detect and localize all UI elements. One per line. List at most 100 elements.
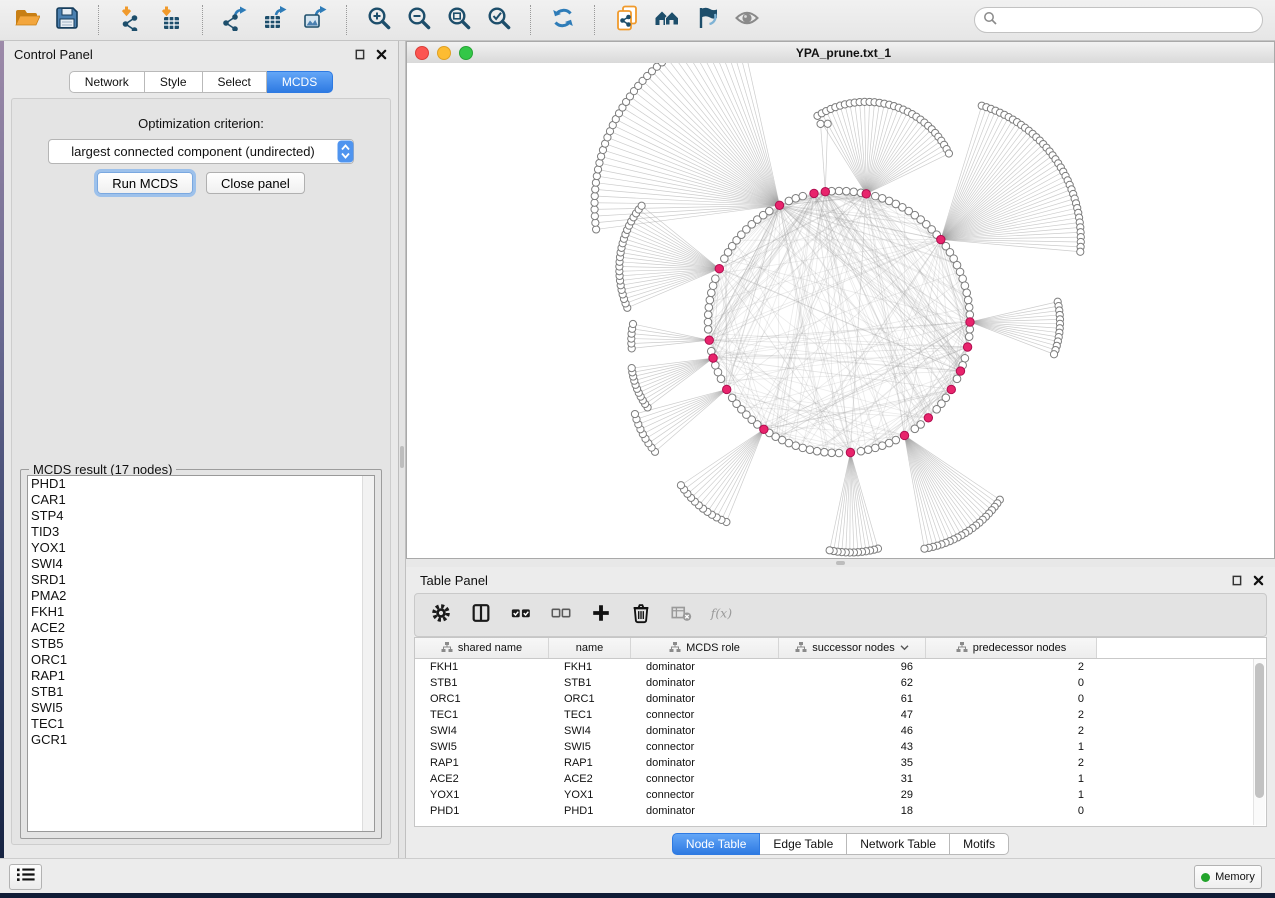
hide-selected-button[interactable] bbox=[692, 5, 722, 35]
mcds-network-node[interactable] bbox=[966, 318, 974, 326]
mcds-result-item[interactable]: SWI4 bbox=[28, 556, 374, 572]
mcds-network-node[interactable] bbox=[900, 431, 908, 439]
network-node[interactable] bbox=[961, 282, 969, 290]
network-node[interactable] bbox=[911, 425, 919, 433]
network-node[interactable] bbox=[704, 311, 712, 319]
mcds-network-node[interactable] bbox=[947, 385, 955, 393]
select-all-button[interactable] bbox=[509, 603, 533, 627]
zoom-out-button[interactable] bbox=[404, 5, 434, 35]
network-node[interactable] bbox=[677, 482, 684, 489]
network-node[interactable] bbox=[592, 219, 599, 226]
mcds-result-item[interactable]: STB1 bbox=[28, 684, 374, 700]
network-node[interactable] bbox=[843, 187, 851, 195]
tab-motifs[interactable]: Motifs bbox=[950, 833, 1009, 855]
mcds-result-item[interactable]: TID3 bbox=[28, 524, 374, 540]
import-table-button[interactable] bbox=[156, 5, 186, 35]
tab-network[interactable]: Network bbox=[69, 71, 145, 93]
network-node[interactable] bbox=[959, 275, 967, 283]
run-mcds-button[interactable]: Run MCDS bbox=[97, 172, 193, 194]
network-node[interactable] bbox=[592, 179, 599, 186]
toggle-panel-button[interactable] bbox=[469, 603, 493, 627]
zoom-selected-button[interactable] bbox=[484, 5, 514, 35]
close-panel-button[interactable]: Close panel bbox=[206, 172, 305, 194]
network-node[interactable] bbox=[963, 289, 971, 297]
open-folder-button[interactable] bbox=[12, 5, 42, 35]
mcds-result-item[interactable]: ORC1 bbox=[28, 652, 374, 668]
network-node[interactable] bbox=[705, 304, 713, 312]
table-scrollbar-thumb[interactable] bbox=[1255, 663, 1264, 798]
column-header-predecessor-nodes[interactable]: predecessor nodes bbox=[926, 638, 1097, 658]
mcds-network-node[interactable] bbox=[862, 190, 870, 198]
network-node[interactable] bbox=[864, 446, 872, 454]
first-neighbors-button[interactable] bbox=[652, 5, 682, 35]
tab-mcds[interactable]: MCDS bbox=[267, 71, 333, 93]
network-node[interactable] bbox=[813, 447, 821, 455]
network-node[interactable] bbox=[704, 326, 712, 334]
vertical-splitter[interactable] bbox=[399, 41, 406, 858]
network-node[interactable] bbox=[965, 304, 973, 312]
horizontal-splitter-grip[interactable] bbox=[836, 561, 845, 565]
network-node[interactable] bbox=[826, 547, 833, 554]
network-node[interactable] bbox=[593, 226, 600, 233]
mcds-result-item[interactable]: STB5 bbox=[28, 636, 374, 652]
network-node[interactable] bbox=[628, 365, 635, 372]
network-node[interactable] bbox=[799, 192, 807, 200]
mcds-network-node[interactable] bbox=[709, 354, 717, 362]
mcds-result-item[interactable]: STP4 bbox=[28, 508, 374, 524]
network-view[interactable] bbox=[407, 63, 1274, 558]
mcds-network-node[interactable] bbox=[821, 188, 829, 196]
zoom-fit-button[interactable] bbox=[444, 5, 474, 35]
network-node[interactable] bbox=[728, 394, 736, 402]
column-header-shared-name[interactable]: shared name bbox=[415, 638, 549, 658]
close-table-panel-icon[interactable] bbox=[1251, 573, 1265, 587]
mcds-list-scrollbar[interactable] bbox=[362, 476, 374, 831]
horizontal-splitter[interactable] bbox=[406, 559, 1275, 567]
mcds-result-item[interactable]: RAP1 bbox=[28, 668, 374, 684]
network-node[interactable] bbox=[965, 333, 973, 341]
export-image-button[interactable] bbox=[300, 5, 330, 35]
mcds-result-item[interactable]: CAR1 bbox=[28, 492, 374, 508]
column-header-successor-nodes[interactable]: successor nodes bbox=[779, 638, 926, 658]
table-row[interactable]: RAP1RAP1dominator352 bbox=[415, 755, 1266, 771]
network-node[interactable] bbox=[704, 318, 712, 326]
mcds-network-node[interactable] bbox=[723, 385, 731, 393]
network-node[interactable] bbox=[871, 444, 879, 452]
zoom-in-button[interactable] bbox=[364, 5, 394, 35]
mcds-network-node[interactable] bbox=[775, 201, 783, 209]
table-row[interactable]: SWI5SWI5connector431 bbox=[415, 739, 1266, 755]
network-node[interactable] bbox=[792, 195, 800, 203]
table-row[interactable]: YOX1YOX1connector291 bbox=[415, 787, 1266, 803]
network-node[interactable] bbox=[933, 405, 941, 413]
network-node[interactable] bbox=[821, 448, 829, 456]
network-node[interactable] bbox=[709, 282, 717, 290]
network-node[interactable] bbox=[592, 186, 599, 193]
table-row[interactable]: ACE2ACE2connector311 bbox=[415, 771, 1266, 787]
mcds-network-node[interactable] bbox=[956, 367, 964, 375]
mcds-result-item[interactable]: PMA2 bbox=[28, 588, 374, 604]
tab-style[interactable]: Style bbox=[145, 71, 203, 93]
close-panel-icon[interactable] bbox=[374, 47, 388, 61]
network-node[interactable] bbox=[594, 166, 601, 173]
table-row[interactable]: STB1STB1dominator620 bbox=[415, 675, 1266, 691]
add-column-button[interactable] bbox=[589, 603, 613, 627]
network-node[interactable] bbox=[707, 289, 715, 297]
mcds-network-node[interactable] bbox=[810, 189, 818, 197]
mcds-result-list[interactable]: PHD1CAR1STP4TID3YOX1SWI4SRD1PMA2FKH1ACE2… bbox=[27, 475, 375, 832]
table-row[interactable]: SWI4SWI4dominator462 bbox=[415, 723, 1266, 739]
tab-select[interactable]: Select bbox=[203, 71, 267, 93]
network-node[interactable] bbox=[591, 213, 598, 220]
tab-network-table[interactable]: Network Table bbox=[847, 833, 950, 855]
network-node[interactable] bbox=[631, 410, 638, 417]
network-node[interactable] bbox=[1077, 248, 1084, 255]
mcds-network-node[interactable] bbox=[705, 336, 713, 344]
network-node[interactable] bbox=[835, 187, 843, 195]
mcds-network-node[interactable] bbox=[937, 235, 945, 243]
memory-button[interactable]: Memory bbox=[1194, 865, 1262, 889]
table-row[interactable]: FKH1FKH1dominator962 bbox=[415, 659, 1266, 675]
network-node[interactable] bbox=[953, 375, 961, 383]
delete-column-button[interactable] bbox=[629, 603, 653, 627]
network-node[interactable] bbox=[658, 63, 665, 66]
mcds-network-node[interactable] bbox=[760, 425, 768, 433]
network-node[interactable] bbox=[766, 207, 774, 215]
mcds-network-node[interactable] bbox=[715, 265, 723, 273]
